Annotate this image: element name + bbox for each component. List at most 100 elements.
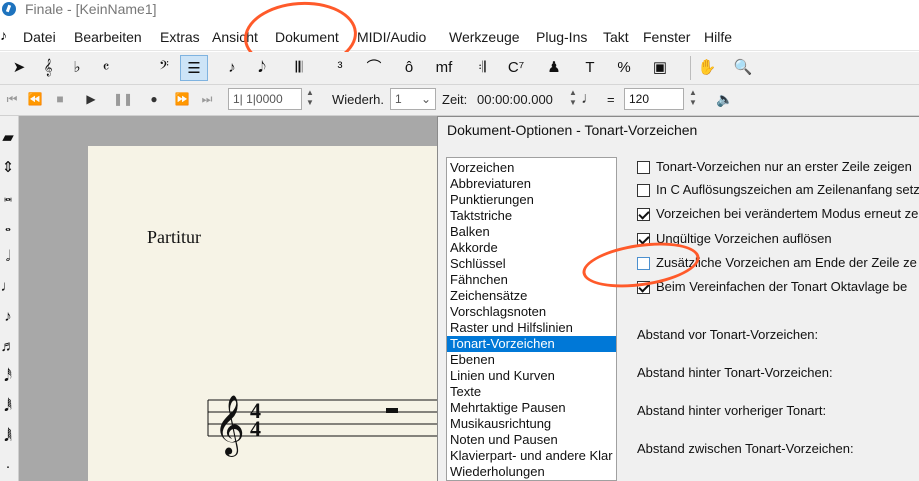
distance-before-label: Abstand vor Tonart-Vorzeichen: [637, 327, 819, 342]
zoom-tool-icon[interactable]: 🔍 [729, 55, 757, 81]
menu-werkzeuge[interactable]: Werkzeuge [449, 29, 520, 45]
play-icon[interactable]: ▶ [80, 89, 102, 109]
counter-spinner[interactable]: ▲ ▼ [303, 88, 317, 110]
chord-tool-icon[interactable]: C⁷ [502, 55, 530, 81]
stop-icon[interactable]: ■ [49, 89, 71, 109]
menu-fenster[interactable]: Fenster [643, 29, 690, 45]
dot-icon[interactable]: · [0, 458, 16, 480]
treble-clef-icon: 𝄞 [214, 395, 245, 457]
clef-tool-icon[interactable]: 𝄢 [150, 55, 178, 81]
tool-palette [0, 52, 919, 85]
quarter-note-tool-icon[interactable]: ♩ [0, 278, 16, 300]
option-checkbox[interactable] [637, 184, 650, 197]
document-menu-icon[interactable]: ♪ [0, 27, 13, 44]
tuplet-tool-icon[interactable]: ³ [326, 55, 354, 81]
option-label: Vorzeichen bei verändertem Modus erneut … [656, 206, 919, 221]
option-checkbox[interactable] [637, 208, 650, 221]
menu-datei[interactable]: Datei [23, 29, 56, 45]
staff-system[interactable]: 𝄞 4 4 [200, 380, 440, 460]
rewind-icon[interactable]: ⏪ [24, 89, 46, 109]
menu-midi-audio[interactable]: MIDI/Audio [357, 29, 426, 45]
hand-grabber-tool-icon[interactable]: ✋ [693, 55, 721, 81]
measure-counter-field[interactable]: 1| 1|0000 [228, 88, 302, 110]
sixteenth-note-icon[interactable]: ♬ [0, 338, 16, 360]
staff-tool-icon[interactable]: 𝄞 [34, 55, 62, 81]
category-item[interactable]: Zeichensätze [447, 288, 616, 304]
category-item[interactable]: Linien und Kurven [447, 368, 616, 384]
option-label: Tonart-Vorzeichen nur an erster Zeile ze… [656, 159, 912, 174]
speedy-entry-tool-icon[interactable]: 𝅘𝅥𝅮 [248, 55, 276, 81]
double-whole-note-icon[interactable]: 𝅜 [0, 188, 16, 210]
rewind-to-start-icon[interactable]: ⏮ [1, 89, 23, 109]
quarter-note-icon[interactable]: ♩ [578, 89, 600, 109]
category-item[interactable]: Texte [447, 384, 616, 400]
whole-note-icon[interactable]: 𝅝 [0, 218, 16, 240]
category-list[interactable]: Vorzeichen Abbreviaturen Punktierungen Takt… [446, 157, 617, 481]
whole-rest-icon [386, 408, 398, 413]
text-tool-icon[interactable]: T [576, 55, 604, 81]
category-item[interactable]: Noten und Pausen [447, 432, 616, 448]
category-item[interactable]: Wiederholungen [447, 464, 616, 480]
page-layout-tool-icon[interactable]: ▣ [646, 55, 674, 81]
simple-entry-tool-icon[interactable]: ♪ [218, 55, 246, 81]
expression-tool-icon[interactable]: mf [430, 55, 458, 81]
category-item[interactable]: Abbreviaturen [447, 176, 616, 192]
repeat-value: 1 [395, 92, 402, 106]
smart-shape-tool-icon[interactable]: ⌒ [360, 55, 388, 81]
category-item[interactable]: Mehrtaktige Pausen [447, 400, 616, 416]
hyper-scribe-tool-icon[interactable]: 𝄃𝄃 [285, 55, 313, 81]
lyrics-tool-icon[interactable]: ♟ [540, 55, 568, 81]
half-note-icon[interactable]: 𝅗𝅥 [0, 248, 16, 270]
up-down-icon[interactable]: ⇕ [0, 158, 16, 180]
record-icon[interactable]: ● [143, 89, 165, 109]
pause-icon[interactable]: ❚❚ [112, 89, 134, 109]
repeat-tool-icon[interactable]: 𝄇 [468, 55, 496, 81]
option-checkbox[interactable] [637, 161, 650, 174]
64th-note-icon[interactable]: 𝅘𝅥𝅱 [0, 398, 16, 420]
time-label: Zeit: [442, 92, 468, 107]
category-item[interactable]: Taktstriche [447, 208, 616, 224]
playback-settings-icon[interactable]: 🔈 [714, 89, 736, 109]
chevron-down-icon: ⌄ [420, 92, 431, 106]
fast-forward-icon[interactable]: ⏩ [171, 89, 193, 109]
distance-between-label: Abstand zwischen Tonart-Vorzeichen: [637, 441, 854, 456]
graphics-tool-icon[interactable]: % [610, 55, 638, 81]
forward-to-end-icon[interactable]: ⏭ [196, 89, 218, 109]
time-signature-bottom: 4 [250, 416, 261, 441]
menu-hilfe[interactable]: Hilfe [704, 29, 732, 45]
toolbar-separator [690, 56, 691, 80]
eighth-note-icon[interactable]: ♪ [0, 308, 16, 330]
option-label: Beim Vereinfachen der Tonart Oktavlage b… [656, 279, 908, 294]
category-item[interactable]: Balken [447, 224, 616, 240]
category-item[interactable]: Ebenen [447, 352, 616, 368]
score-title[interactable]: Partitur [147, 227, 201, 248]
time-value: 00:00:00.000 [477, 92, 553, 107]
key-signature-tool-icon[interactable]: ♭ [63, 55, 91, 81]
128th-note-icon[interactable]: 𝅘𝅥𝅲 [0, 428, 16, 450]
32nd-note-icon[interactable]: 𝅘𝅥𝅰 [0, 368, 16, 390]
distance-after-label: Abstand hinter Tonart-Vorzeichen: [637, 365, 833, 380]
window-title: Finale - [KeinName1] [25, 1, 157, 17]
category-item[interactable]: Vorzeichen [447, 160, 616, 176]
selection-tool-icon[interactable]: ➤ [5, 55, 33, 81]
category-item[interactable]: Akkorde [447, 240, 616, 256]
menu-extras[interactable]: Extras [160, 29, 200, 45]
articulation-tool-icon[interactable]: ô [395, 55, 423, 81]
finale-logo-icon [2, 2, 16, 16]
tempo-spinner[interactable]: ▲ ▼ [686, 88, 700, 110]
measure-tool-icon[interactable]: ☰ [180, 55, 208, 81]
menu-bearbeiten[interactable]: Bearbeiten [74, 29, 142, 45]
repeat-select[interactable]: 1 ⌄ [390, 88, 436, 110]
menu-plug-ins[interactable]: Plug-Ins [536, 29, 587, 45]
category-item[interactable]: Tonart-Vorzeichen [447, 336, 616, 352]
tempo-field[interactable]: 120 [624, 88, 684, 110]
eraser-icon[interactable]: ▰ [0, 128, 16, 150]
category-item[interactable]: Vorschlagsnoten [447, 304, 616, 320]
category-item[interactable]: Klavierpart- und andere Klar [447, 448, 616, 464]
category-item[interactable]: Musikausrichtung [447, 416, 616, 432]
category-item[interactable]: Punktierungen [447, 192, 616, 208]
dialog-title: Dokument-Optionen - Tonart-Vorzeichen [447, 122, 698, 138]
menu-takt[interactable]: Takt [603, 29, 629, 45]
category-item[interactable]: Raster und Hilfslinien [447, 320, 616, 336]
time-signature-tool-icon[interactable]: 𝄴 [92, 55, 120, 81]
